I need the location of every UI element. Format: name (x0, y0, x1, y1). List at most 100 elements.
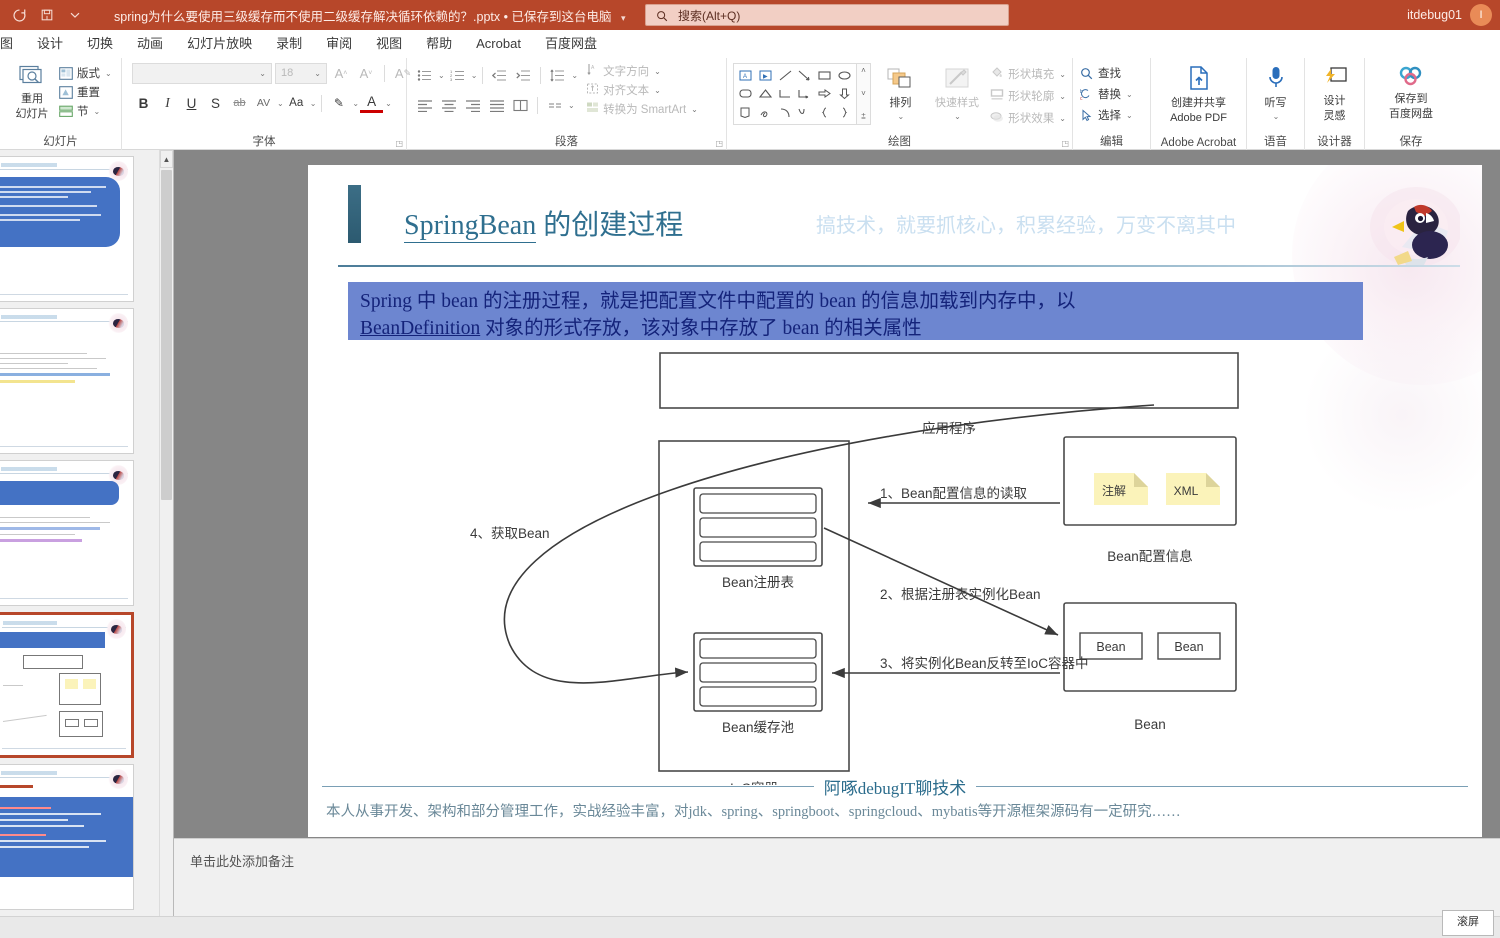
shapes-gallery-scrollbar[interactable]: ˄ ˅ ⩲ (857, 63, 871, 125)
quick-access-toolbar[interactable] (0, 3, 88, 27)
text-direction-button[interactable]: A 文字方向 ⌄ (586, 63, 698, 79)
chevron-down-icon[interactable]: ⌄ (94, 107, 101, 116)
shrink-font-icon[interactable]: A ˅ (355, 63, 377, 84)
align-text-button[interactable]: 对齐文本 ⌄ (586, 82, 698, 98)
slide-subtitle[interactable]: 搞技术，就要抓核心，积累经验，万变不离其中 (816, 209, 1236, 238)
zoom-chip[interactable]: 滚屏 (1442, 910, 1494, 936)
tab-transitions[interactable]: 切换 (75, 31, 125, 57)
section-button[interactable]: 节 ⌄ (58, 103, 112, 119)
convert-smartart-button[interactable]: 转换为 SmartArt ⌄ (586, 101, 698, 117)
tab-acrobat[interactable]: Acrobat (464, 31, 533, 57)
chevron-down-icon[interactable]: ⌄ (654, 67, 661, 76)
reuse-slides-button[interactable]: 重用 幻灯片 (6, 61, 58, 120)
align-left-icon[interactable] (413, 94, 436, 116)
layout-button[interactable]: 版式 ⌄ (58, 65, 112, 81)
slide-thumbnail-pane[interactable] (0, 150, 156, 938)
notes-pane[interactable]: 单击此处添加备注 (174, 838, 1500, 916)
chevron-down-icon[interactable]: ⌄ (1059, 70, 1066, 79)
shape-right-brace-icon[interactable] (834, 103, 854, 122)
text-columns-icon[interactable] (543, 94, 566, 116)
arrange-button[interactable]: 排列 ⌄ (877, 63, 924, 121)
chevron-down-icon[interactable]: ⌄ (314, 69, 321, 78)
save-icon[interactable] (34, 3, 60, 27)
shape-fill-button[interactable]: 形状填充 ⌄ (990, 66, 1066, 82)
slide-thumbnail[interactable] (0, 764, 134, 910)
notes-placeholder[interactable]: 单击此处添加备注 (190, 851, 294, 870)
shape-elbow-arrow-icon[interactable] (795, 85, 815, 104)
search-input-placeholder[interactable]: 搜索(Alt+Q) (678, 7, 740, 24)
chevron-down-icon[interactable]: ⌄ (1126, 90, 1133, 99)
design-ideas-button[interactable]: 设计 灵感 (1311, 61, 1358, 122)
tab-help[interactable]: 帮助 (414, 31, 464, 57)
align-center-icon[interactable] (437, 94, 460, 116)
bold-button[interactable]: B (132, 92, 155, 114)
thumbnail-scrollbar[interactable]: ▲ ▼ (159, 150, 173, 938)
document-title-caret-icon[interactable]: ▾ (621, 13, 626, 23)
shape-scribble-icon[interactable] (756, 103, 776, 122)
tab-baidunetdisk[interactable]: 百度网盘 (533, 31, 609, 57)
shape-elbow-connector-icon[interactable] (775, 85, 795, 104)
decrease-indent-icon[interactable] (488, 64, 511, 86)
shape-down-arrow-icon[interactable] (834, 85, 854, 104)
user-account-area[interactable]: itdebug01 I (1407, 0, 1492, 30)
scroll-up-icon[interactable]: ▲ (160, 150, 173, 168)
underline-button[interactable]: U (180, 92, 203, 114)
bullets-icon[interactable] (413, 64, 436, 86)
chevron-down-icon[interactable]: ⌄ (568, 101, 575, 110)
chevron-down-icon[interactable]: ⌄ (1059, 92, 1066, 101)
dictate-button[interactable]: 听写 ⌄ (1253, 61, 1298, 121)
tab-record[interactable]: 录制 (264, 31, 314, 57)
application-box[interactable] (659, 352, 1239, 409)
shapes-gallery[interactable]: A ▶ (733, 63, 857, 125)
chevron-down-icon[interactable]: ⌄ (898, 112, 905, 121)
shape-left-brace-icon[interactable] (815, 103, 835, 122)
save-to-baidu-button[interactable]: 保存到 百度网盘 (1371, 61, 1451, 120)
bean-lifecycle-diagram[interactable]: 应用程序 IoC容器 Bean注册表 Bean缓存池 (308, 345, 1482, 785)
replace-button[interactable]: bc 替换 ⌄ (1079, 86, 1133, 102)
chevron-down-icon[interactable]: ⌄ (277, 99, 284, 108)
reset-button[interactable]: 重置 (58, 84, 112, 100)
chevron-down-icon[interactable]: ⌄ (1126, 111, 1133, 120)
search-box[interactable]: 搜索(Alt+Q) (645, 4, 1009, 26)
font-dialog-launcher-icon[interactable]: ◳ (395, 139, 403, 148)
tab-review[interactable]: 审阅 (314, 31, 364, 57)
font-name-input[interactable]: ⌄ (132, 62, 272, 84)
slide-thumbnail-selected[interactable] (0, 612, 134, 758)
customize-qat-icon[interactable] (62, 3, 88, 27)
font-color-button[interactable]: A (360, 94, 384, 113)
find-button[interactable]: 查找 (1079, 65, 1133, 81)
shape-effects-button[interactable]: 形状效果 ⌄ (990, 110, 1066, 126)
chevron-down-icon[interactable]: ⌄ (438, 71, 445, 80)
shape-triangle-icon[interactable] (756, 85, 776, 104)
gallery-scroll-up-icon[interactable]: ˄ (861, 66, 866, 75)
ribbon-tabs[interactable]: 图 设计 切换 动画 幻灯片放映 录制 审阅 视图 帮助 Acrobat 百度网… (0, 30, 1500, 58)
change-case-button[interactable]: Aa (285, 92, 308, 114)
chevron-down-icon[interactable]: ⌄ (571, 71, 578, 80)
text-highlight-color-button[interactable]: ✎ (327, 92, 350, 114)
chevron-down-icon[interactable]: ⌄ (954, 112, 961, 121)
chevron-down-icon[interactable]: ⌄ (471, 71, 478, 80)
shape-rounded-rect-icon[interactable] (736, 85, 756, 104)
shape-line-icon[interactable] (775, 66, 795, 85)
shape-textbox-icon[interactable]: A (736, 66, 756, 85)
current-slide[interactable]: SpringBean 的创建过程 搞技术，就要抓核心，积累经验，万变不离其中 S… (308, 165, 1482, 837)
autosave-icon[interactable] (6, 3, 32, 27)
strikethrough-button[interactable]: ab (228, 92, 251, 114)
chevron-down-icon[interactable]: ⌄ (1059, 114, 1066, 123)
chevron-down-icon[interactable]: ⌄ (654, 86, 661, 95)
chevron-down-icon[interactable]: ⌄ (259, 69, 266, 78)
increase-indent-icon[interactable] (512, 64, 535, 86)
gallery-expand-icon[interactable]: ⩲ (861, 112, 866, 122)
tab-design[interactable]: 设计 (25, 31, 75, 57)
shape-textbox-vertical-icon[interactable]: ▶ (756, 66, 776, 85)
slide-thumbnail[interactable] (0, 308, 134, 454)
quick-styles-button[interactable]: 快速样式 ⌄ (930, 63, 985, 121)
grow-font-icon[interactable]: A ˄ (330, 63, 352, 84)
line-spacing-icon[interactable] (546, 64, 569, 86)
shape-outline-button[interactable]: 形状轮廓 ⌄ (990, 88, 1066, 104)
shape-oval-icon[interactable] (834, 66, 854, 85)
shape-arrow-icon[interactable] (795, 66, 815, 85)
align-right-icon[interactable] (461, 94, 484, 116)
font-size-input[interactable]: 18 ⌄ (275, 62, 327, 84)
character-spacing-button[interactable]: AV (252, 92, 275, 114)
